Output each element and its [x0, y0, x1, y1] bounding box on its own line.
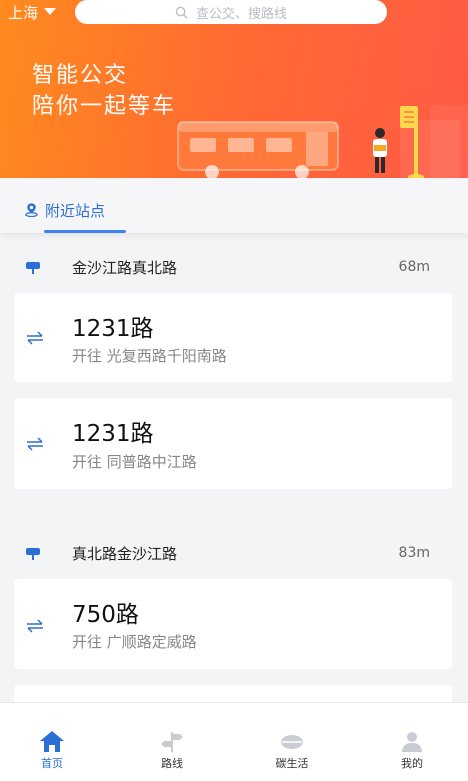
nav-routes[interactable]: 路线	[142, 729, 202, 771]
nav-home[interactable]: 首页	[22, 729, 82, 771]
bus-illustration-icon	[177, 105, 468, 178]
route-number: 1231路	[72, 316, 154, 342]
direction-arrows-icon	[27, 331, 43, 345]
direction-arrows-icon	[27, 619, 43, 633]
stop-name: 真北路金沙江路	[72, 544, 178, 563]
bus-stop-sign-icon	[26, 262, 40, 274]
leaf-icon	[281, 735, 303, 749]
route-number: 1231路	[72, 421, 154, 447]
search-placeholder: 查公交、搜路线	[195, 6, 287, 22]
search-input[interactable]: 查公交、搜路线	[75, 0, 387, 24]
location-pin-icon	[25, 203, 38, 217]
hero-banner: 上海 查公交、搜路线 智能公交 陪你一起等车	[0, 0, 468, 178]
stop-name: 金沙江路真北路	[72, 258, 178, 277]
nav-carbon-life[interactable]: 碳生活	[262, 729, 322, 771]
tab-nearby-label: 附近站点	[45, 202, 106, 220]
tab-bar: 附近站点	[0, 178, 468, 233]
route-destination: 开往 光复西路千阳南路	[72, 347, 227, 365]
nav-mine-label: 我的	[401, 757, 423, 770]
tab-active-indicator	[44, 230, 126, 233]
nav-carbon-label: 碳生活	[275, 757, 309, 770]
home-icon	[40, 731, 64, 752]
stop-distance: 83m	[398, 545, 430, 561]
banner-slogan: 智能公交 陪你一起等车	[32, 60, 176, 122]
route-destination: 开往 同普路中江路	[72, 453, 197, 471]
city-selector[interactable]: 上海	[8, 2, 57, 22]
slogan-line-2: 陪你一起等车	[32, 94, 177, 119]
route-card[interactable]: 1231路 开往 光复西路千阳南路	[14, 293, 452, 382]
route-destination: 开往 广顺路定威路	[72, 633, 197, 651]
stop-header[interactable]: 真北路金沙江路 83m	[0, 531, 468, 575]
direction-arrows-icon	[27, 437, 43, 451]
nav-routes-label: 路线	[161, 757, 183, 770]
bus-stop-sign-icon	[26, 548, 40, 560]
bottom-navigation: 首页 路线 碳生活 我的	[0, 702, 468, 781]
stop-distance: 68m	[398, 259, 430, 275]
stop-header[interactable]: 金沙江路真北路 68m	[0, 245, 468, 289]
route-number: 750路	[72, 602, 139, 628]
search-icon	[175, 6, 188, 19]
nav-home-label: 首页	[41, 757, 63, 770]
nav-mine[interactable]: 我的	[382, 729, 442, 771]
route-sign-icon	[161, 732, 183, 752]
user-icon	[402, 732, 422, 752]
route-card[interactable]: 750路 开往 广顺路定威路	[14, 579, 452, 669]
caret-down-icon	[44, 7, 57, 15]
slogan-line-1: 智能公交	[32, 63, 129, 88]
route-card[interactable]: 1231路 开往 同普路中江路	[14, 398, 452, 489]
city-label: 上海	[8, 3, 39, 22]
tab-nearby-stops[interactable]: 附近站点	[24, 200, 105, 230]
